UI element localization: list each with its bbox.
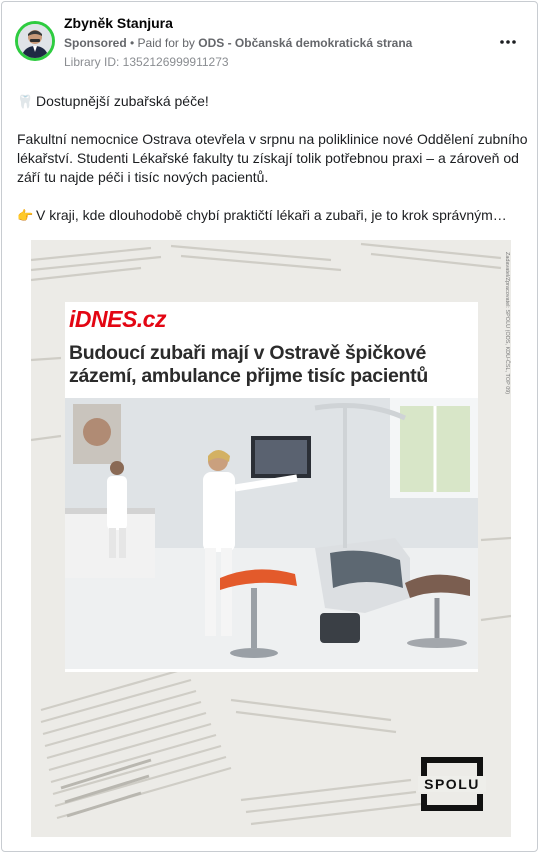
library-id: Library ID: 1352126999911273 [64,55,229,69]
post-meta: Sponsored • Paid for by ODS - Občanská d… [64,36,412,50]
sponsored-post-card: Zbyněk Stanjura Sponsored • Paid for by … [1,1,538,852]
news-article-card: iDNES.cz Budoucí zubaři mají v Ostravě š… [65,302,478,672]
author-name[interactable]: Zbyněk Stanjura [64,15,173,31]
dental-clinic-photo [65,398,478,669]
article-headline: Budoucí zubaři mají v Ostravě špičkové z… [69,342,428,387]
pointing-hand-icon: 👉 [17,208,34,223]
paid-for-prefix: • Paid for by [126,36,199,50]
paragraph-text: Fakultní nemocnice Ostrava otevřela v sr… [17,131,528,185]
paragraph-text: Dostupnější zubařská péče! [36,93,209,109]
spolu-logo: SPOLU [418,756,486,812]
payer-link[interactable]: ODS - Občanská demokratická strana [198,36,412,50]
sponsored-label: Sponsored [64,36,127,50]
more-options-button[interactable] [497,32,519,52]
ad-creative-image[interactable]: iDNES.cz Budoucí zubaři mají v Ostravě š… [31,240,511,837]
more-dots-icon [500,40,516,44]
paragraph-text: V kraji, kde dlouhodobě chybí praktičtí … [36,207,507,223]
post-header: Zbyněk Stanjura Sponsored • Paid for by … [2,2,537,77]
post-paragraph: 🦷 Dostupnější zubařská péče! [17,92,529,111]
ad-disclaimer: Zadavatel/Zpracovatel: SPOLU (ODS, KDU-Č… [504,252,510,395]
author-avatar[interactable] [15,21,55,61]
post-paragraph: Fakultní nemocnice Ostrava otevřela v sr… [17,130,529,187]
tooth-icon: 🦷 [17,94,34,109]
avatar-portrait-icon [18,24,52,58]
spolu-logo-text: SPOLU [418,776,486,792]
post-paragraph: 👉 V kraji, kde dlouhodobě chybí praktičtí… [17,206,529,225]
post-body: 🦷 Dostupnější zubařská péče! Fakultní nem… [17,92,529,244]
idnes-logo: iDNES.cz [69,306,166,332]
